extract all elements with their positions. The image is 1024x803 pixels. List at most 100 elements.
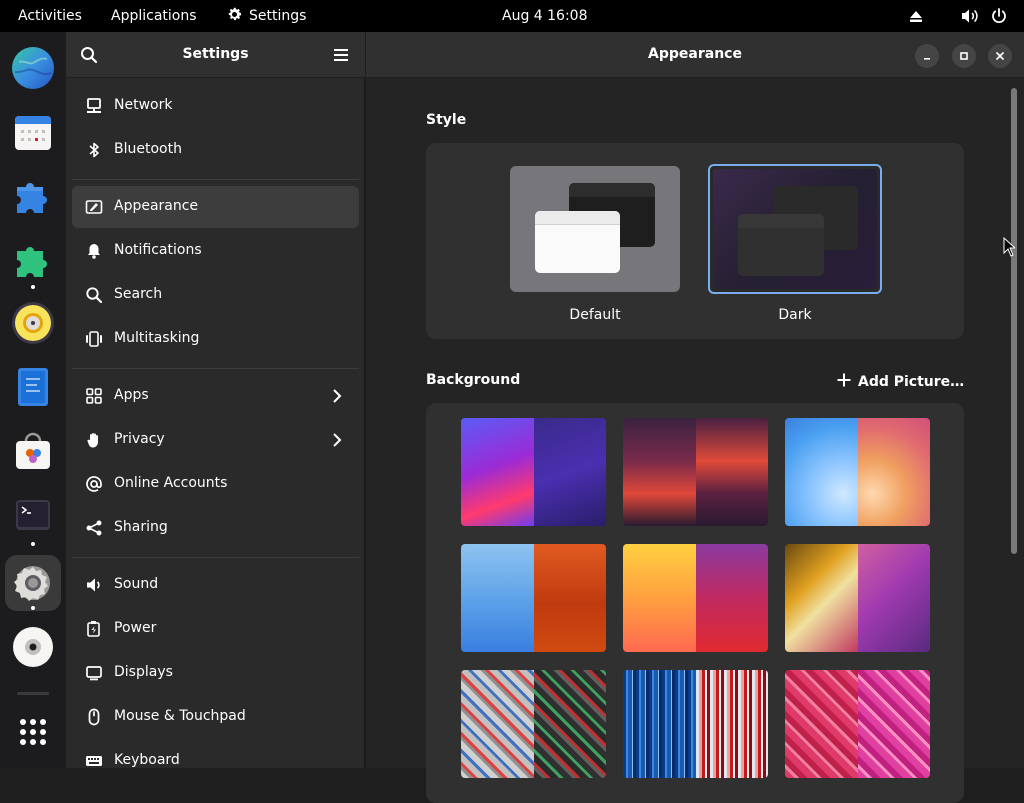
search-icon <box>86 287 103 304</box>
running-indicator <box>31 606 35 610</box>
rhythmbox-icon[interactable] <box>9 299 57 347</box>
sidebar-item-network[interactable]: Network <box>72 85 359 127</box>
sidebar-item-bluetooth[interactable]: Bluetooth <box>72 129 359 171</box>
multitasking-icon <box>86 331 102 347</box>
light-window-header <box>535 211 620 225</box>
sidebar-item-label: Bluetooth <box>114 141 182 157</box>
style-section-title: Style <box>426 112 467 128</box>
clock[interactable]: Aug 4 16:08 <box>502 0 588 32</box>
wallpaper-thumbnail[interactable] <box>461 418 606 526</box>
sidebar-item-label: Search <box>114 286 163 302</box>
sidebar-item-label: Notifications <box>114 242 202 258</box>
sidebar-item-label: Mouse & Touchpad <box>114 708 246 724</box>
background-section-title: Background <box>426 372 521 388</box>
power-icon[interactable] <box>990 7 1008 25</box>
maximize-icon <box>960 52 968 60</box>
disks-icon[interactable] <box>9 623 57 671</box>
appearance-icon <box>85 200 103 214</box>
terminal-icon[interactable] <box>9 491 57 539</box>
web-browser-icon[interactable] <box>9 44 57 92</box>
sidebar-item-apps[interactable]: Apps <box>72 375 359 417</box>
show-apps-icon[interactable] <box>9 708 57 756</box>
sidebar-item-label: Apps <box>114 387 149 403</box>
wallpaper-thumbnail[interactable] <box>461 670 606 778</box>
sidebar-item-keyboard[interactable]: Keyboard <box>72 740 359 782</box>
sidebar-item-search[interactable]: Search <box>72 274 359 316</box>
power-plug-icon <box>87 621 100 637</box>
minimize-button[interactable] <box>915 44 939 68</box>
background-grid <box>426 403 964 803</box>
bell-icon <box>88 244 100 259</box>
wallpaper-thumbnail[interactable] <box>623 544 768 652</box>
sidebar-item-label: Appearance <box>114 198 199 214</box>
app-menu-label: Settings <box>249 8 307 24</box>
share-icon <box>86 520 102 536</box>
maximize-button[interactable] <box>952 44 976 68</box>
minimize-icon <box>924 58 930 60</box>
sidebar-item-mouse-touchpad[interactable]: Mouse & Touchpad <box>72 696 359 738</box>
style-option-default-label: Default <box>569 307 621 323</box>
add-picture-button[interactable]: Add Picture… <box>836 372 964 390</box>
chevron-right-icon <box>333 433 342 447</box>
app-menu[interactable]: Settings <box>226 0 306 32</box>
top-bar: Activities Applications Settings Aug 4 1… <box>0 0 1024 32</box>
chevron-right-icon <box>333 389 342 403</box>
running-indicator <box>31 542 35 546</box>
mouse-icon <box>88 708 100 726</box>
extension-manager-icon[interactable] <box>9 235 57 283</box>
dark-window-header <box>569 183 655 197</box>
hand-icon <box>87 433 98 448</box>
sidebar-item-sound[interactable]: Sound <box>72 564 359 606</box>
dock <box>0 32 66 768</box>
extensions-icon[interactable] <box>9 171 57 219</box>
gear-icon <box>228 7 242 21</box>
sidebar-item-notifications[interactable]: Notifications <box>72 230 359 272</box>
style-option-default[interactable] <box>510 166 680 292</box>
software-icon[interactable] <box>9 427 57 475</box>
network-status-icon[interactable] <box>908 8 924 24</box>
calendar-icon[interactable] <box>9 108 57 156</box>
speaker-icon <box>87 578 100 592</box>
wallpaper-thumbnail[interactable] <box>623 418 768 526</box>
style-option-dark[interactable] <box>708 164 882 294</box>
sidebar-item-power[interactable]: Power <box>72 608 359 650</box>
network-icon <box>87 98 101 113</box>
applications-menu[interactable]: Applications <box>111 0 197 32</box>
sidebar-title: Settings <box>182 46 249 62</box>
sidebar-item-label: Privacy <box>114 431 165 447</box>
mouse-cursor-icon <box>1003 237 1015 257</box>
wallpaper-thumbnail[interactable] <box>785 418 930 526</box>
sidebar-item-label: Keyboard <box>114 752 180 768</box>
sidebar-separator <box>72 557 359 558</box>
settings-dock-icon[interactable] <box>5 555 61 611</box>
keyboard-icon <box>86 756 102 766</box>
dark-window-front-header <box>738 214 824 228</box>
text-editor-icon[interactable] <box>9 363 57 411</box>
sidebar-item-label: Multitasking <box>114 330 200 346</box>
bluetooth-icon <box>89 142 99 158</box>
close-button[interactable] <box>988 44 1012 68</box>
volume-icon[interactable] <box>961 8 979 24</box>
settings-sidebar: Settings Network Bluetooth Appearance No… <box>66 32 365 768</box>
sidebar-item-displays[interactable]: Displays <box>72 652 359 694</box>
plus-icon <box>837 373 851 387</box>
wallpaper-thumbnail[interactable] <box>461 544 606 652</box>
scrollbar[interactable] <box>1011 88 1017 554</box>
sidebar-item-online-accounts[interactable]: Online Accounts <box>72 463 359 505</box>
sidebar-item-multitasking[interactable]: Multitasking <box>72 318 359 360</box>
at-icon <box>86 476 102 492</box>
wallpaper-thumbnail[interactable] <box>785 670 930 778</box>
activities-button[interactable]: Activities <box>18 0 82 32</box>
sidebar-separator <box>72 179 359 180</box>
sidebar-separator <box>72 368 359 369</box>
sidebar-item-sharing[interactable]: Sharing <box>72 507 359 549</box>
sidebar-item-privacy[interactable]: Privacy <box>72 419 359 461</box>
hamburger-menu-icon[interactable] <box>333 47 349 63</box>
sidebar-item-appearance[interactable]: Appearance <box>72 186 359 228</box>
wallpaper-thumbnail[interactable] <box>623 670 768 778</box>
sidebar-item-label: Sound <box>114 576 159 592</box>
wallpaper-thumbnail[interactable] <box>785 544 930 652</box>
add-picture-label: Add Picture… <box>858 374 965 390</box>
sidebar-item-label: Displays <box>114 664 173 680</box>
sidebar-item-label: Network <box>114 97 173 113</box>
